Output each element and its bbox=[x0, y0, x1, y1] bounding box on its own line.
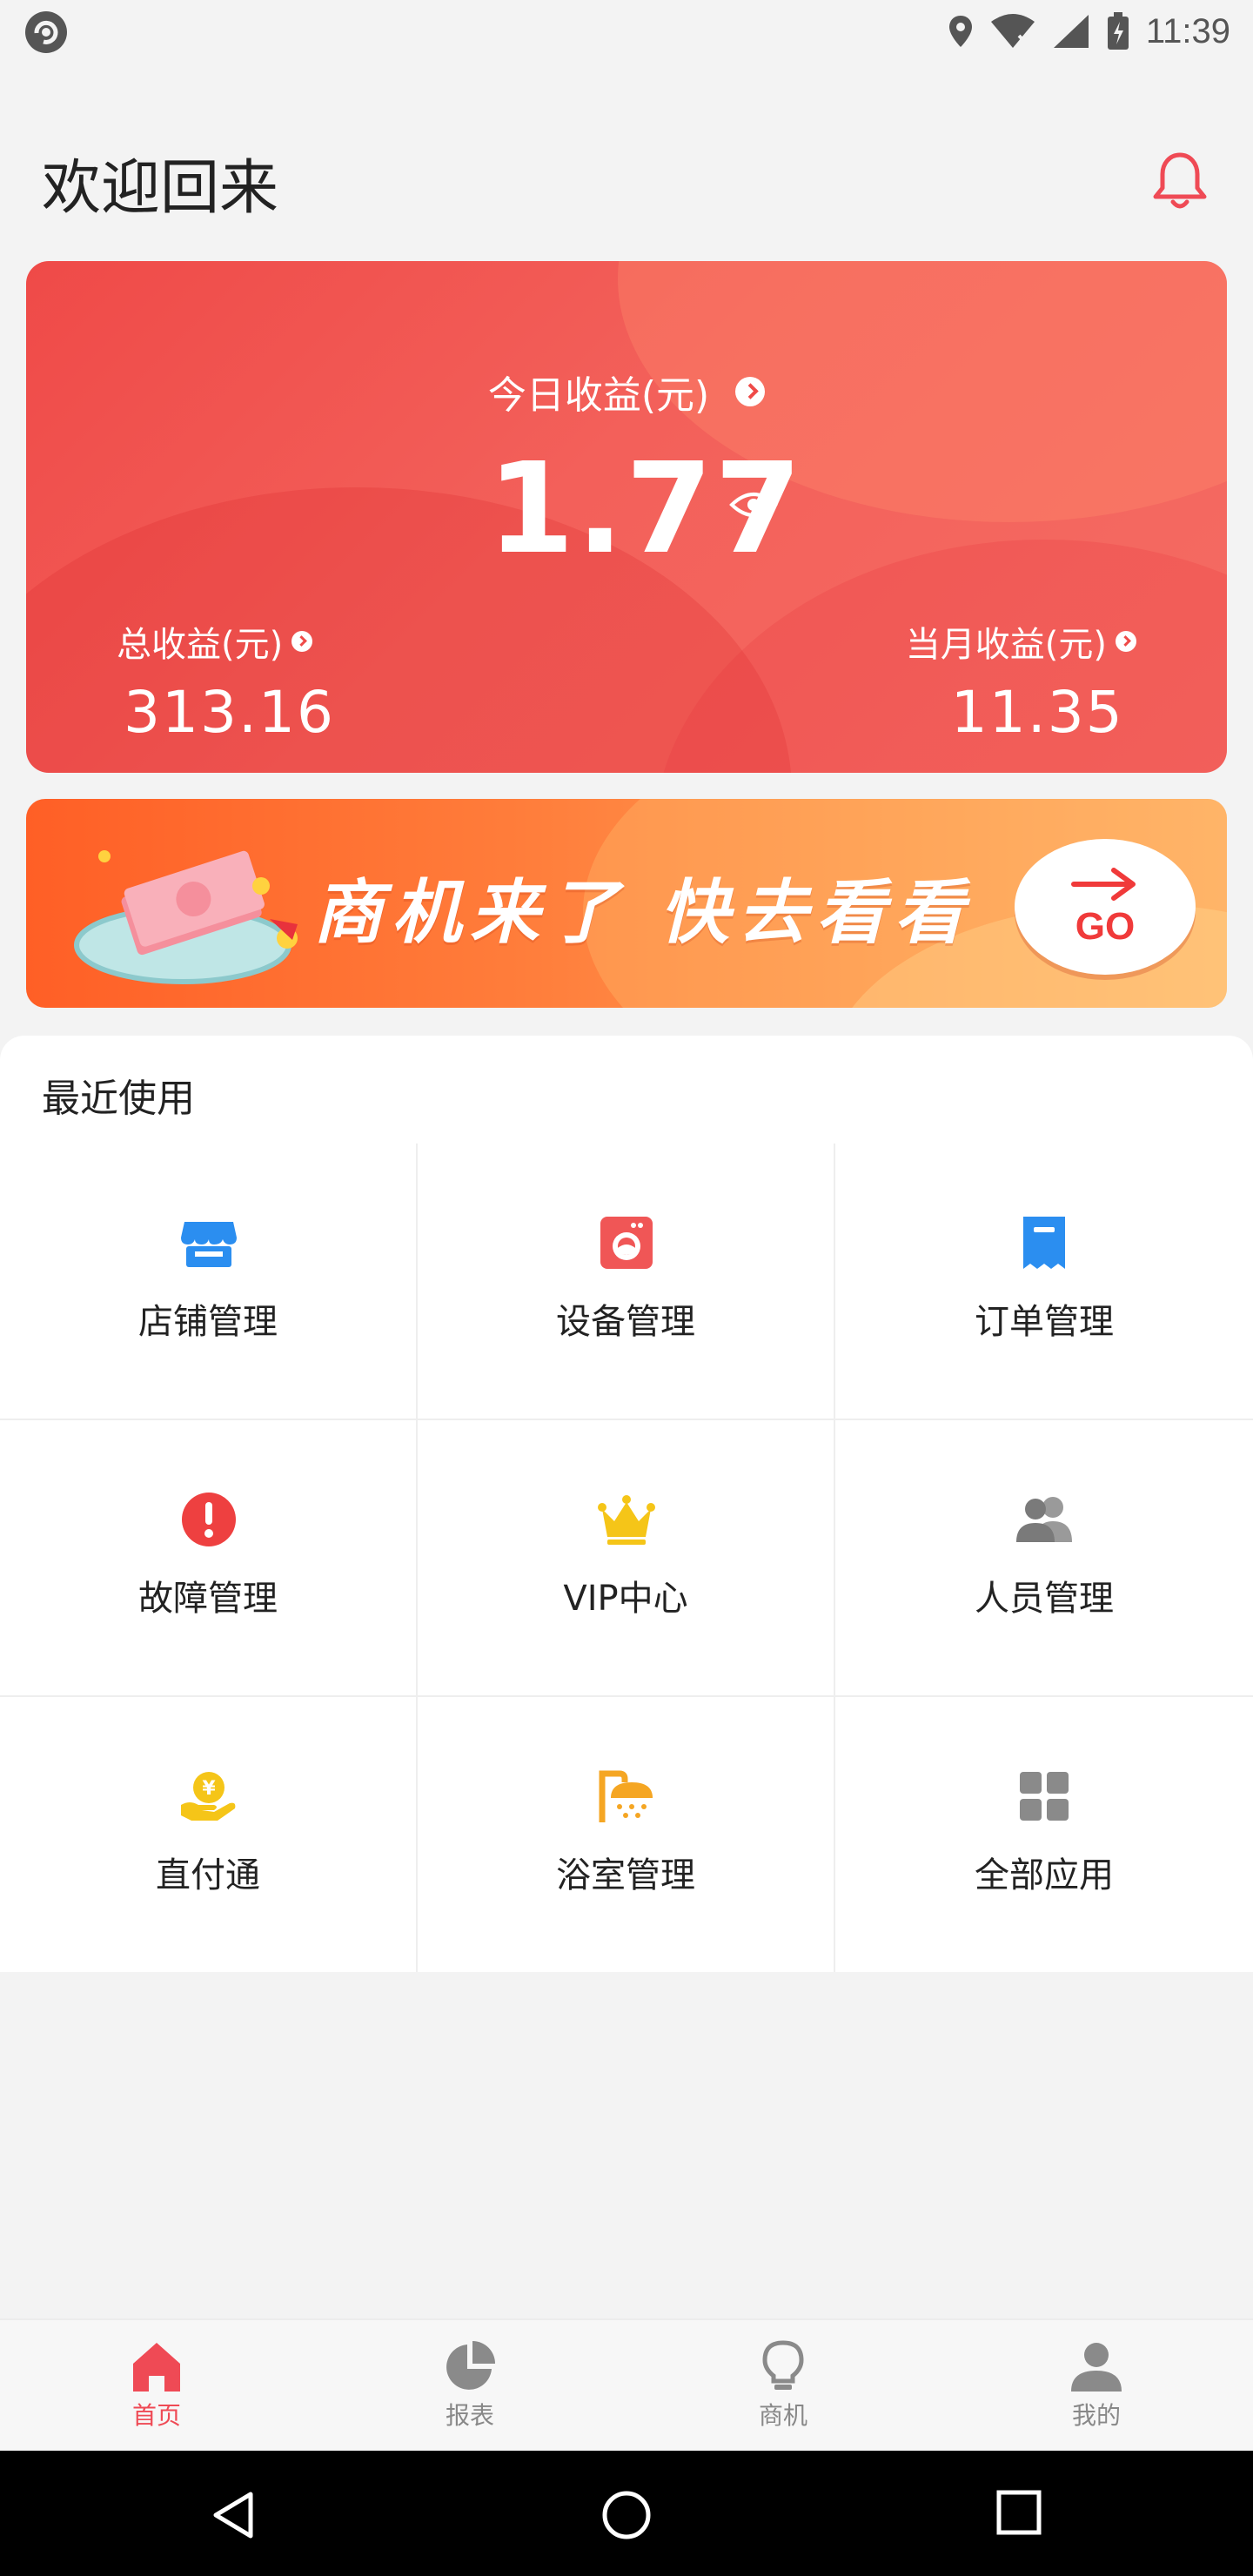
chevron-right-icon bbox=[1116, 631, 1136, 652]
coin-hand-icon: ¥ bbox=[181, 1772, 236, 1821]
recents-icon[interactable] bbox=[995, 2489, 1044, 2538]
grid-item-staff[interactable]: 人员管理 bbox=[835, 1420, 1253, 1697]
eye-icon[interactable] bbox=[729, 489, 778, 520]
today-earnings-label[interactable]: 今日收益(元) bbox=[26, 364, 1227, 419]
grid-label: VIP中心 bbox=[563, 1579, 688, 1619]
grid-label: 浴室管理 bbox=[556, 1855, 695, 1895]
go-label: GO bbox=[1075, 905, 1136, 948]
pie-chart-icon bbox=[446, 2341, 495, 2390]
grid-item-all-apps[interactable]: 全部应用 bbox=[835, 1697, 1253, 1972]
total-earnings[interactable]: 总收益(元) 313.16 bbox=[117, 616, 335, 746]
section-title: 最近使用 bbox=[42, 1077, 195, 1121]
month-earnings-label: 当月收益(元) bbox=[905, 625, 1107, 665]
home-icon bbox=[133, 2343, 180, 2392]
header: 欢迎回来 bbox=[0, 131, 1253, 226]
nav-item-mine[interactable]: 我的 bbox=[1009, 2339, 1183, 2432]
person-icon bbox=[1071, 2343, 1122, 2392]
grid-label: 全部应用 bbox=[975, 1855, 1114, 1895]
grid-item-vip[interactable]: VIP中心 bbox=[418, 1420, 835, 1697]
nav-label: 首页 bbox=[131, 2401, 181, 2430]
nav-label: 我的 bbox=[1071, 2401, 1121, 2430]
nav-item-home[interactable]: 首页 bbox=[70, 2339, 244, 2432]
nav-label: 报表 bbox=[445, 2401, 494, 2430]
grid-item-direct-pay[interactable]: ¥ 直付通 bbox=[0, 1697, 418, 1972]
lightbulb-icon bbox=[762, 2340, 804, 2390]
month-earnings-value: 11.35 bbox=[950, 679, 1124, 746]
bottom-nav: 首页 报表 商机 我的 bbox=[0, 2318, 1253, 2451]
grid-label: 订单管理 bbox=[975, 1302, 1114, 1342]
people-icon bbox=[1016, 1497, 1072, 1542]
grid-item-order[interactable]: 订单管理 bbox=[835, 1144, 1253, 1420]
status-bar: 11:39 bbox=[0, 0, 1253, 63]
earnings-card[interactable]: 今日收益(元) 1.77 总收益(元) 313.16 当月收益(元) 11.35 bbox=[26, 261, 1227, 773]
grid-item-device[interactable]: 设备管理 bbox=[418, 1144, 835, 1420]
banner-text: 商机来了 快去看看 bbox=[313, 872, 973, 953]
grid-label: 人员管理 bbox=[975, 1579, 1114, 1619]
nav-item-opportunity[interactable]: 商机 bbox=[696, 2339, 870, 2432]
recent-section: 最近使用 店铺管理 设备管理 订单管理 故障管理 VIP中心 人员管理 ¥ 直付… bbox=[0, 1036, 1253, 1972]
status-icons: 11:39 bbox=[948, 7, 1230, 56]
opportunity-banner[interactable]: 商机来了 快去看看 GO bbox=[26, 799, 1227, 1008]
receipt-icon bbox=[1023, 1217, 1065, 1269]
svg-text:¥: ¥ bbox=[202, 1778, 216, 1800]
money-plate-icon bbox=[74, 850, 298, 984]
nav-item-report[interactable]: 报表 bbox=[383, 2339, 557, 2432]
bell-icon[interactable] bbox=[1147, 148, 1213, 214]
store-icon bbox=[181, 1222, 237, 1267]
alert-icon bbox=[182, 1493, 236, 1546]
battery-icon bbox=[1107, 12, 1129, 50]
shower-icon bbox=[599, 1770, 653, 1822]
total-earnings-label: 总收益(元) bbox=[117, 625, 284, 665]
crown-icon bbox=[598, 1495, 655, 1545]
grid-item-bathroom[interactable]: 浴室管理 bbox=[418, 1697, 835, 1972]
system-nav-bar bbox=[0, 2451, 1253, 2576]
app-grid: 店铺管理 设备管理 订单管理 故障管理 VIP中心 人员管理 ¥ 直付通 浴室管… bbox=[0, 1144, 1253, 1972]
grid-item-store[interactable]: 店铺管理 bbox=[0, 1144, 418, 1420]
grid-label: 店铺管理 bbox=[138, 1302, 278, 1342]
grid-label: 直付通 bbox=[156, 1855, 260, 1895]
back-icon[interactable] bbox=[209, 2489, 258, 2541]
app-icon bbox=[25, 11, 67, 53]
signal-icon bbox=[1053, 15, 1089, 48]
washing-machine-icon bbox=[600, 1217, 653, 1269]
month-earnings[interactable]: 当月收益(元) 11.35 bbox=[906, 616, 1136, 746]
go-button[interactable]: GO bbox=[1015, 839, 1196, 975]
grid-item-fault[interactable]: 故障管理 bbox=[0, 1420, 418, 1697]
today-earnings-text: 今日收益(元) bbox=[487, 373, 710, 418]
grid-label: 故障管理 bbox=[138, 1579, 278, 1619]
chevron-right-icon bbox=[735, 377, 766, 406]
grid-apps-icon bbox=[1020, 1772, 1069, 1821]
home-circle-icon[interactable] bbox=[600, 2489, 653, 2541]
location-icon bbox=[948, 16, 972, 47]
app-page: 11:39 欢迎回来 今日收益(元) 1.77 总收益(元) 313.16 当月… bbox=[0, 0, 1253, 2576]
grid-label: 设备管理 bbox=[556, 1302, 695, 1342]
wifi-icon bbox=[990, 14, 1035, 48]
chevron-right-icon bbox=[291, 631, 313, 652]
status-time: 11:39 bbox=[1145, 11, 1230, 50]
nav-label: 商机 bbox=[758, 2401, 807, 2430]
page-title: 欢迎回来 bbox=[42, 154, 279, 223]
total-earnings-value: 313.16 bbox=[124, 679, 335, 746]
arrow-right-icon bbox=[1071, 868, 1136, 901]
